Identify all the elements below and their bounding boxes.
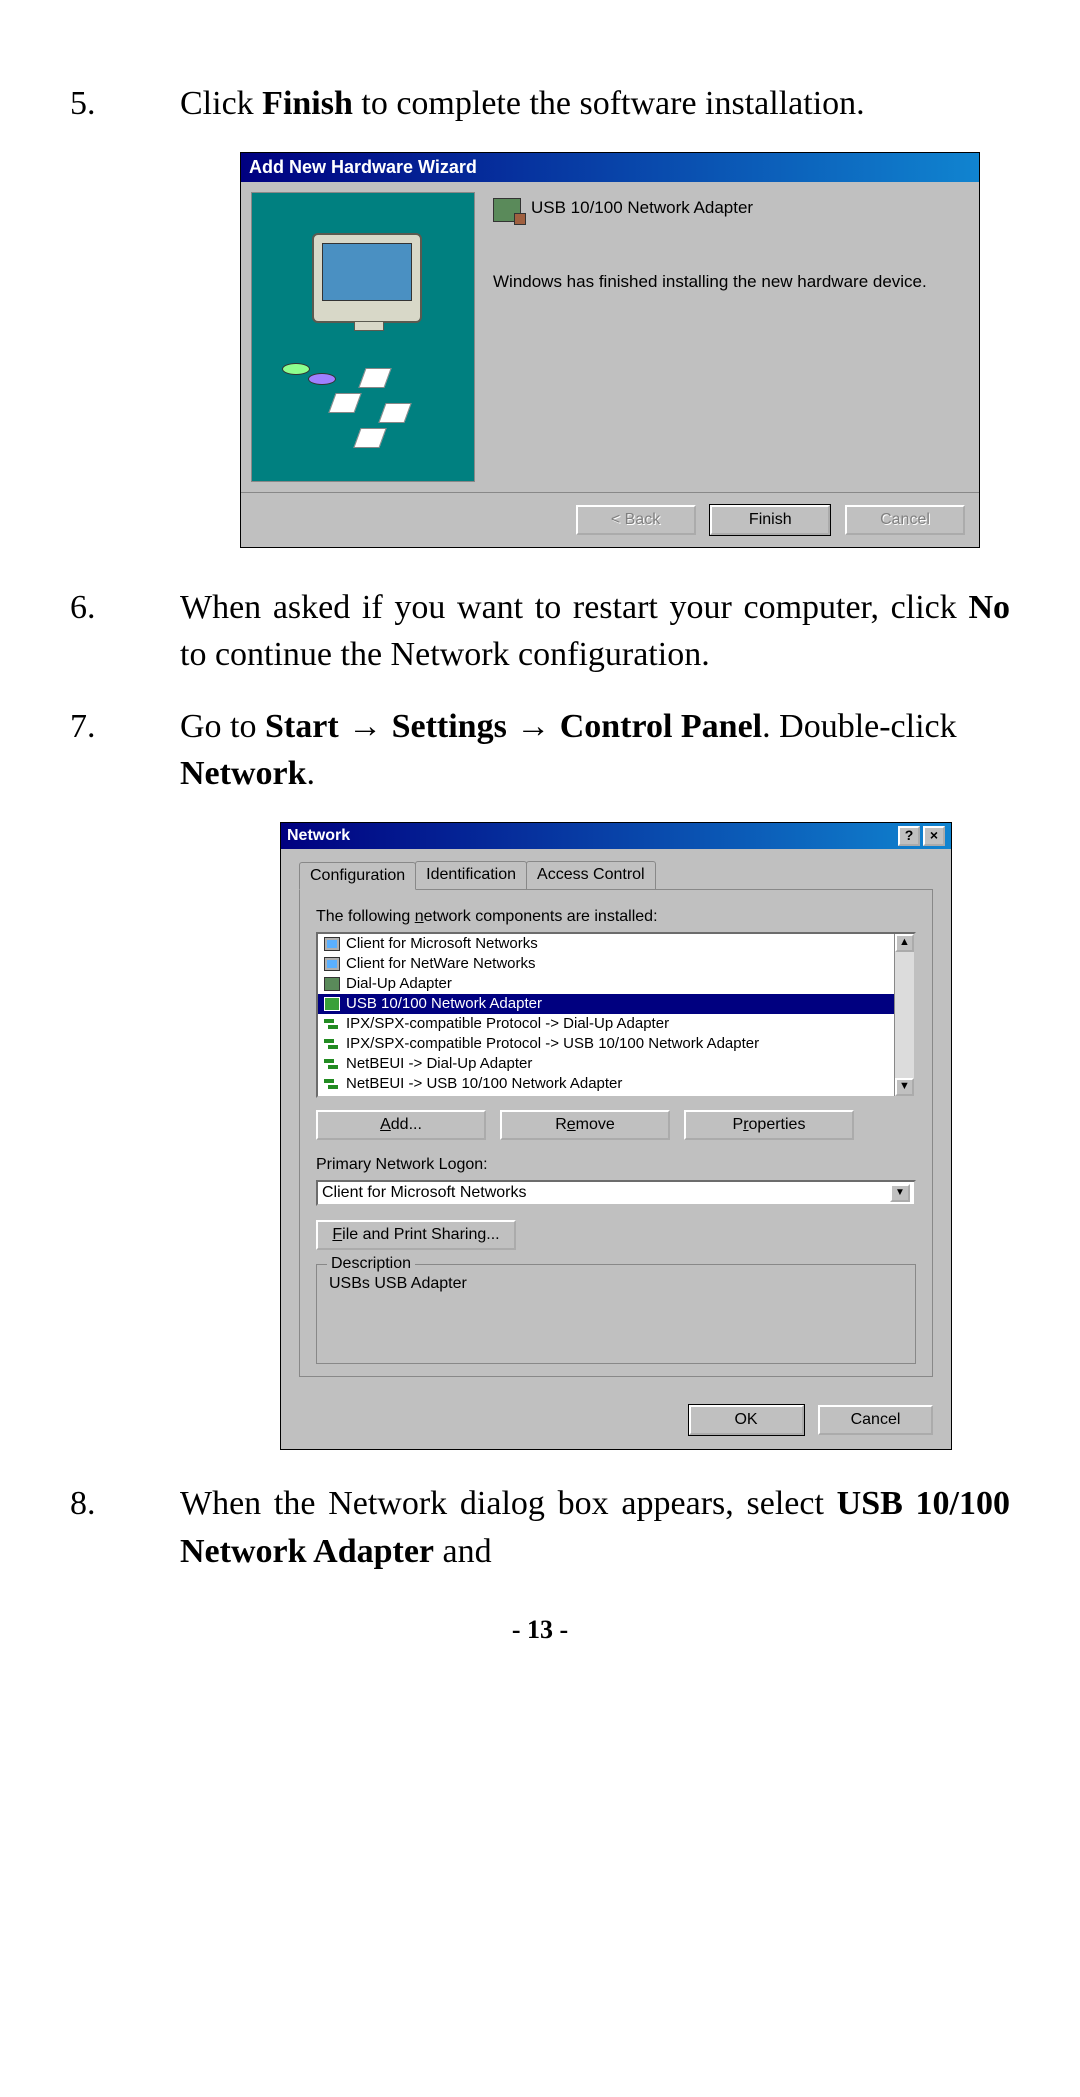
tab-identification[interactable]: Identification — [415, 861, 527, 889]
configuration-panel: The following network components are ins… — [299, 890, 933, 1377]
list-item-selected: USB 10/100 Network Adapter — [318, 994, 914, 1014]
add-hardware-wizard-dialog: Add New Hardware Wizard USB 10/100 Netwo… — [240, 152, 980, 548]
list-item: IPX/SPX-compatible Protocol -> USB 10/10… — [318, 1034, 914, 1054]
protocol-icon — [324, 1037, 340, 1051]
step-text: When asked if you want to restart your c… — [180, 584, 1010, 679]
step-text: Click Finish to complete the software in… — [180, 80, 1010, 128]
add-button[interactable]: Add... — [316, 1110, 486, 1140]
step-text: When the Network dialog box appears, sel… — [180, 1480, 1010, 1575]
network-tabs: Configuration Identification Access Cont… — [299, 861, 933, 890]
step-number: 8. — [70, 1480, 180, 1575]
cancel-button: Cancel — [845, 505, 965, 535]
list-item: NetBEUI -> Dial-Up Adapter — [318, 1054, 914, 1074]
step-5: 5. Click Finish to complete the software… — [70, 80, 1010, 128]
list-item: Client for NetWare Networks — [318, 954, 914, 974]
back-button: < Back — [576, 505, 696, 535]
close-button[interactable]: × — [923, 826, 945, 846]
tab-access-control[interactable]: Access Control — [526, 861, 656, 889]
description-text: USBs USB Adapter — [329, 1275, 903, 1293]
network-adapter-icon — [493, 198, 521, 222]
primary-logon-label: Primary Network Logon: — [316, 1156, 916, 1174]
wizard-content: USB 10/100 Network Adapter Windows has f… — [489, 192, 969, 482]
step-text: Go to Start → Settings → Control Panel. … — [180, 703, 1010, 798]
components-label: The following network components are ins… — [316, 908, 916, 926]
dropdown-arrow-icon[interactable]: ▼ — [890, 1184, 910, 1202]
finish-button[interactable]: Finish — [710, 505, 830, 535]
components-listbox[interactable]: Client for Microsoft Networks Client for… — [316, 932, 916, 1098]
adapter-icon — [324, 977, 340, 991]
properties-button[interactable]: Properties — [684, 1110, 854, 1140]
tab-configuration[interactable]: Configuration — [299, 862, 416, 890]
step-6: 6. When asked if you want to restart you… — [70, 584, 1010, 679]
protocol-icon — [324, 1077, 340, 1091]
network-titlebar: Network ? × — [281, 823, 951, 849]
description-label: Description — [327, 1255, 415, 1273]
list-item: Dial-Up Adapter — [318, 974, 914, 994]
description-fieldset: Description USBs USB Adapter — [316, 1264, 916, 1364]
network-footer: OK Cancel — [281, 1391, 951, 1449]
client-icon — [324, 937, 340, 951]
step-7: 7. Go to Start → Settings → Control Pane… — [70, 703, 1010, 798]
remove-button[interactable]: Remove — [500, 1110, 670, 1140]
wizard-device-name: USB 10/100 Network Adapter — [531, 198, 753, 218]
network-title: Network — [287, 827, 350, 845]
list-item: IPX/SPX-compatible Protocol -> Dial-Up A… — [318, 1014, 914, 1034]
network-dialog: Network ? × Configuration Identification… — [280, 822, 952, 1450]
page-number: - 13 - — [70, 1615, 1010, 1645]
primary-logon-dropdown[interactable]: Client for Microsoft Networks ▼ — [316, 1180, 916, 1206]
primary-logon-value: Client for Microsoft Networks — [322, 1184, 527, 1202]
listbox-scrollbar[interactable]: ▲ ▼ — [894, 934, 914, 1096]
cancel-button[interactable]: Cancel — [818, 1405, 933, 1435]
scroll-up-icon[interactable]: ▲ — [895, 934, 914, 952]
adapter-icon — [324, 997, 340, 1011]
wizard-body: USB 10/100 Network Adapter Windows has f… — [241, 182, 979, 492]
protocol-icon — [324, 1057, 340, 1071]
step-number: 6. — [70, 584, 180, 679]
list-item: NetBEUI -> USB 10/100 Network Adapter — [318, 1074, 914, 1094]
wizard-titlebar: Add New Hardware Wizard — [241, 153, 979, 182]
step-number: 7. — [70, 703, 180, 798]
protocol-icon — [324, 1017, 340, 1031]
list-item: Client for Microsoft Networks — [318, 934, 914, 954]
ok-button[interactable]: OK — [689, 1405, 804, 1435]
help-button[interactable]: ? — [898, 826, 920, 846]
step-number: 5. — [70, 80, 180, 128]
wizard-footer: < Back Finish Cancel — [241, 492, 979, 547]
file-print-sharing-button[interactable]: File and Print Sharing... — [316, 1220, 516, 1250]
client-icon — [324, 957, 340, 971]
component-buttons: Add... Remove Properties — [316, 1110, 916, 1140]
step-8: 8. When the Network dialog box appears, … — [70, 1480, 1010, 1575]
wizard-sidebar-image — [251, 192, 475, 482]
wizard-message: Windows has finished installing the new … — [493, 272, 959, 292]
scroll-down-icon[interactable]: ▼ — [895, 1078, 914, 1096]
